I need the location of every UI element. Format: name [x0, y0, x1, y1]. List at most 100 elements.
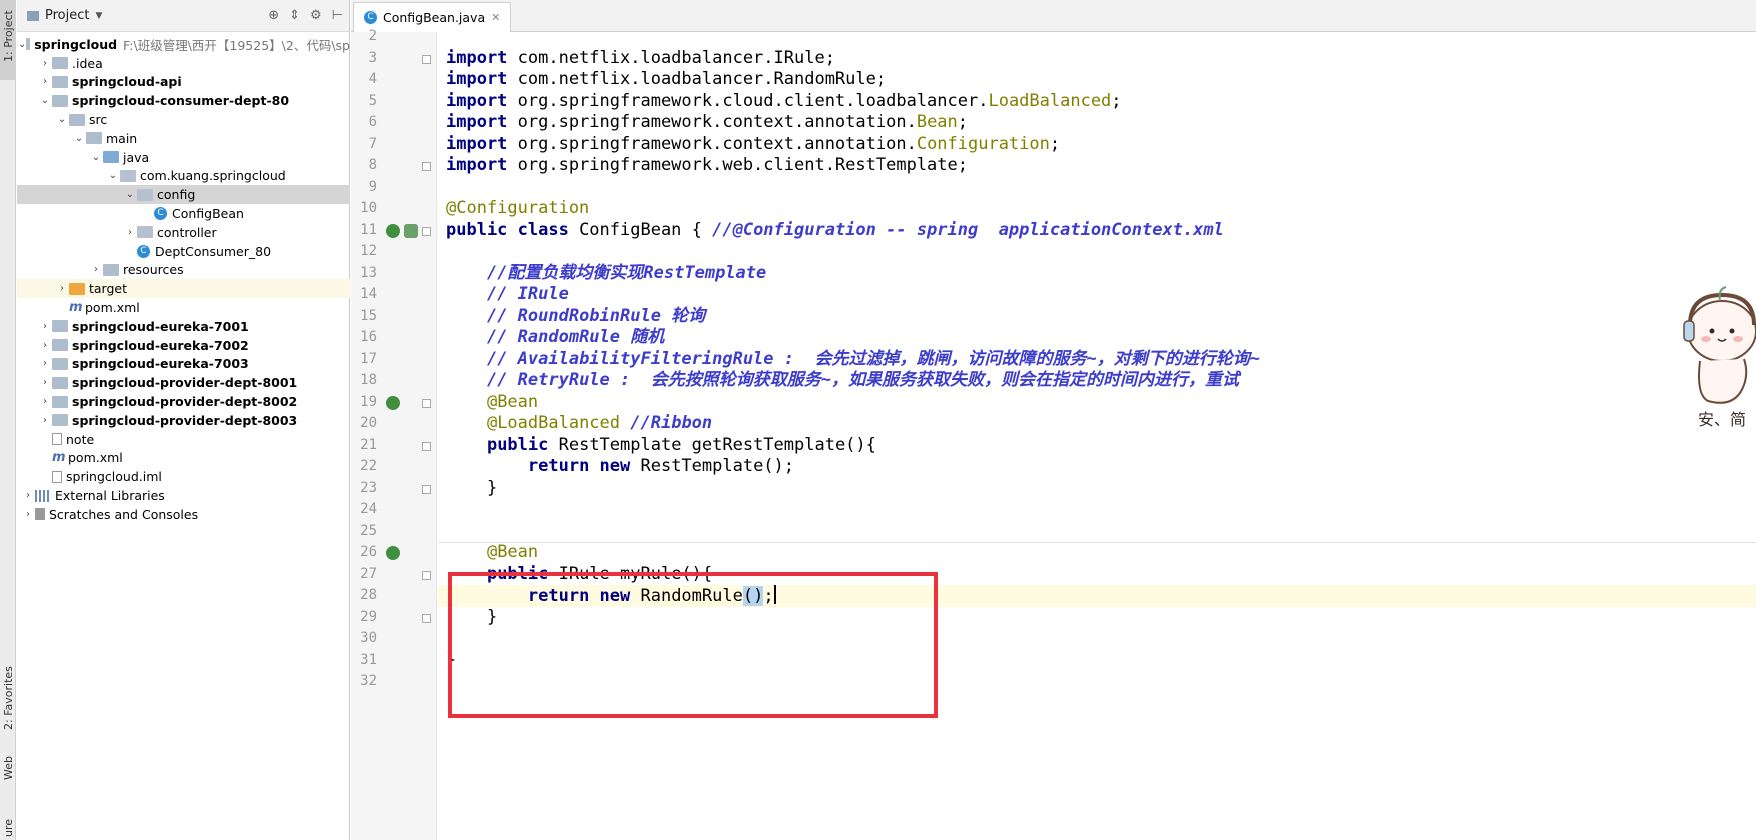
code-line[interactable]: // RandomRule 随机: [446, 327, 664, 349]
code-line[interactable]: // AvailabilityFilteringRule : 会先过滤掉，跳闸，…: [446, 349, 1260, 371]
line-number: 25: [360, 522, 377, 539]
fold-marker-icon[interactable]: [422, 484, 431, 494]
code-line[interactable]: @Configuration: [446, 198, 589, 220]
tree-item[interactable]: ⌄ config: [17, 185, 350, 205]
tree-item[interactable]: C ConfigBean: [17, 204, 350, 223]
tree-item[interactable]: ⌄ springcloud-consumer-dept-80: [17, 91, 350, 110]
fold-marker-icon[interactable]: [422, 570, 431, 580]
chevron-right-icon[interactable]: ›: [21, 509, 35, 520]
chevron-right-icon[interactable]: ›: [38, 340, 52, 351]
code-line[interactable]: public class ConfigBean { //@Configurati…: [446, 220, 1224, 242]
chevron-right-icon[interactable]: ›: [38, 358, 52, 369]
tree-item-label: config: [157, 187, 196, 203]
tool-tab-structure[interactable]: ure: [0, 805, 16, 840]
tree-item[interactable]: m pom.xml: [17, 298, 350, 317]
code-line[interactable]: // IRule: [446, 284, 569, 306]
code-line[interactable]: //配置负载均衡实现RestTemplate: [446, 263, 766, 285]
tree-item[interactable]: ⌄ src: [17, 110, 350, 129]
chevron-right-icon[interactable]: ›: [123, 227, 137, 238]
tree-item[interactable]: note: [17, 430, 350, 449]
tree-item[interactable]: springcloud.iml: [17, 467, 350, 486]
tree-item[interactable]: ⌄ java: [17, 148, 350, 167]
code-line[interactable]: import org.springframework.context.annot…: [446, 112, 968, 134]
tree-item[interactable]: › Scratches and Consoles: [17, 505, 350, 524]
tree-item[interactable]: › springcloud-eureka-7002: [17, 336, 350, 355]
tree-item[interactable]: › resources: [17, 261, 350, 280]
code-line[interactable]: // RoundRobinRule 轮询: [446, 306, 705, 328]
tree-item[interactable]: m pom.xml: [17, 449, 350, 468]
folder-icon: [26, 38, 31, 51]
tree-item[interactable]: C DeptConsumer_80: [17, 242, 350, 261]
tree-item[interactable]: ⌄ com.kuang.springcloud: [17, 167, 350, 186]
spring-config-gutter-icon[interactable]: [404, 223, 418, 238]
code-editor[interactable]: import com.netflix.loadbalancer.IRule; im…: [438, 32, 1756, 840]
tree-item[interactable]: › springcloud-eureka-7001: [17, 317, 350, 336]
tool-tab-web[interactable]: Web: [0, 745, 16, 795]
chevron-right-icon[interactable]: ›: [38, 76, 52, 87]
tool-tab-project[interactable]: 1: Project: [0, 0, 16, 80]
chevron-down-icon[interactable]: ⌄: [106, 170, 120, 181]
tree-item[interactable]: › springcloud-eureka-7003: [17, 355, 350, 374]
chevron-right-icon[interactable]: ›: [38, 58, 52, 69]
chevron-down-icon[interactable]: ⌄: [123, 189, 137, 200]
tree-item[interactable]: › External Libraries: [17, 486, 350, 505]
fold-marker-icon[interactable]: [422, 441, 431, 451]
collapse-all-icon[interactable]: ⇕: [289, 8, 300, 23]
keyword-token: import: [446, 90, 518, 111]
tree-item[interactable]: › springcloud-provider-dept-8001: [17, 373, 350, 392]
chevron-down-icon[interactable]: ⌄: [38, 95, 52, 106]
bean-gutter-icon[interactable]: [386, 395, 400, 410]
chevron-right-icon[interactable]: ›: [38, 321, 52, 332]
tree-item[interactable]: › .idea: [17, 54, 350, 73]
locate-icon[interactable]: ⊕: [268, 8, 279, 23]
chevron-down-icon[interactable]: ⌄: [18, 39, 26, 50]
code-line[interactable]: import com.netflix.loadbalancer.RandomRu…: [446, 69, 886, 91]
fold-marker-icon[interactable]: [422, 54, 431, 64]
gear-icon[interactable]: ⚙: [310, 8, 322, 23]
editor-tab-bar: C ConfigBean.java ✕: [351, 0, 1756, 32]
code-line[interactable]: public RestTemplate getRestTemplate(){: [446, 435, 876, 457]
highlight-annotation-box: [448, 572, 938, 718]
code-line[interactable]: import com.netflix.loadbalancer.IRule;: [446, 48, 835, 70]
chevron-right-icon[interactable]: ›: [38, 396, 52, 407]
tree-item[interactable]: › controller: [17, 223, 350, 242]
chevron-right-icon[interactable]: ›: [89, 264, 103, 275]
chevron-right-icon[interactable]: ›: [38, 377, 52, 388]
project-view-selector[interactable]: Project ▼: [27, 8, 102, 23]
code-line[interactable]: @LoadBalanced //Ribbon: [446, 413, 712, 435]
chevron-right-icon[interactable]: ›: [38, 415, 52, 426]
bean-gutter-icon[interactable]: [386, 223, 400, 238]
code-line[interactable]: // RetryRule : 会先按照轮询获取服务~，如果服务获取失败，则会在指…: [446, 370, 1239, 392]
code-line[interactable]: import org.springframework.context.annot…: [446, 134, 1060, 156]
bean-gutter-icon[interactable]: [386, 546, 400, 560]
hide-panel-icon[interactable]: ⊢: [332, 8, 343, 23]
folder-icon: [52, 357, 68, 370]
line-number: 7: [368, 135, 377, 152]
tree-item-label: springcloud-eureka-7003: [72, 356, 249, 372]
project-panel: Project ▼ ⊕ ⇕ ⚙ ⊢ ⌄ springcloud F:\班级管理\西开…: [17, 0, 350, 840]
code-line[interactable]: }: [446, 478, 497, 500]
code-line[interactable]: import org.springframework.cloud.client.…: [446, 91, 1122, 113]
chevron-down-icon[interactable]: ⌄: [55, 114, 69, 125]
chevron-down-icon[interactable]: ⌄: [89, 152, 103, 163]
tree-item[interactable]: › target: [17, 279, 350, 299]
tree-item[interactable]: › springcloud-provider-dept-8003: [17, 411, 350, 430]
tree-item[interactable]: › springcloud-api: [17, 73, 350, 92]
code-token: org.springframework.context.annotation.: [517, 112, 917, 132]
chevron-down-icon[interactable]: ⌄: [72, 133, 86, 144]
close-icon[interactable]: ✕: [491, 11, 500, 24]
tree-item[interactable]: ⌄ main: [17, 129, 350, 148]
code-line[interactable]: return new RestTemplate();: [446, 456, 794, 478]
chevron-right-icon[interactable]: ›: [21, 490, 35, 501]
code-line[interactable]: @Bean: [446, 542, 538, 564]
tree-item[interactable]: ⌄ springcloud F:\班级管理\西开【19525】\2、代码\sp: [17, 35, 350, 54]
chevron-right-icon[interactable]: ›: [55, 283, 69, 294]
fold-marker-icon[interactable]: [422, 398, 431, 408]
fold-marker-icon[interactable]: [422, 226, 431, 236]
code-line[interactable]: @Bean: [446, 392, 538, 414]
fold-marker-icon[interactable]: [422, 162, 431, 171]
fold-marker-icon[interactable]: [422, 613, 431, 623]
code-line[interactable]: import org.springframework.web.client.Re…: [446, 155, 968, 177]
tree-item[interactable]: › springcloud-provider-dept-8002: [17, 392, 350, 411]
tool-tab-favorites[interactable]: 2: Favorites: [0, 660, 16, 740]
